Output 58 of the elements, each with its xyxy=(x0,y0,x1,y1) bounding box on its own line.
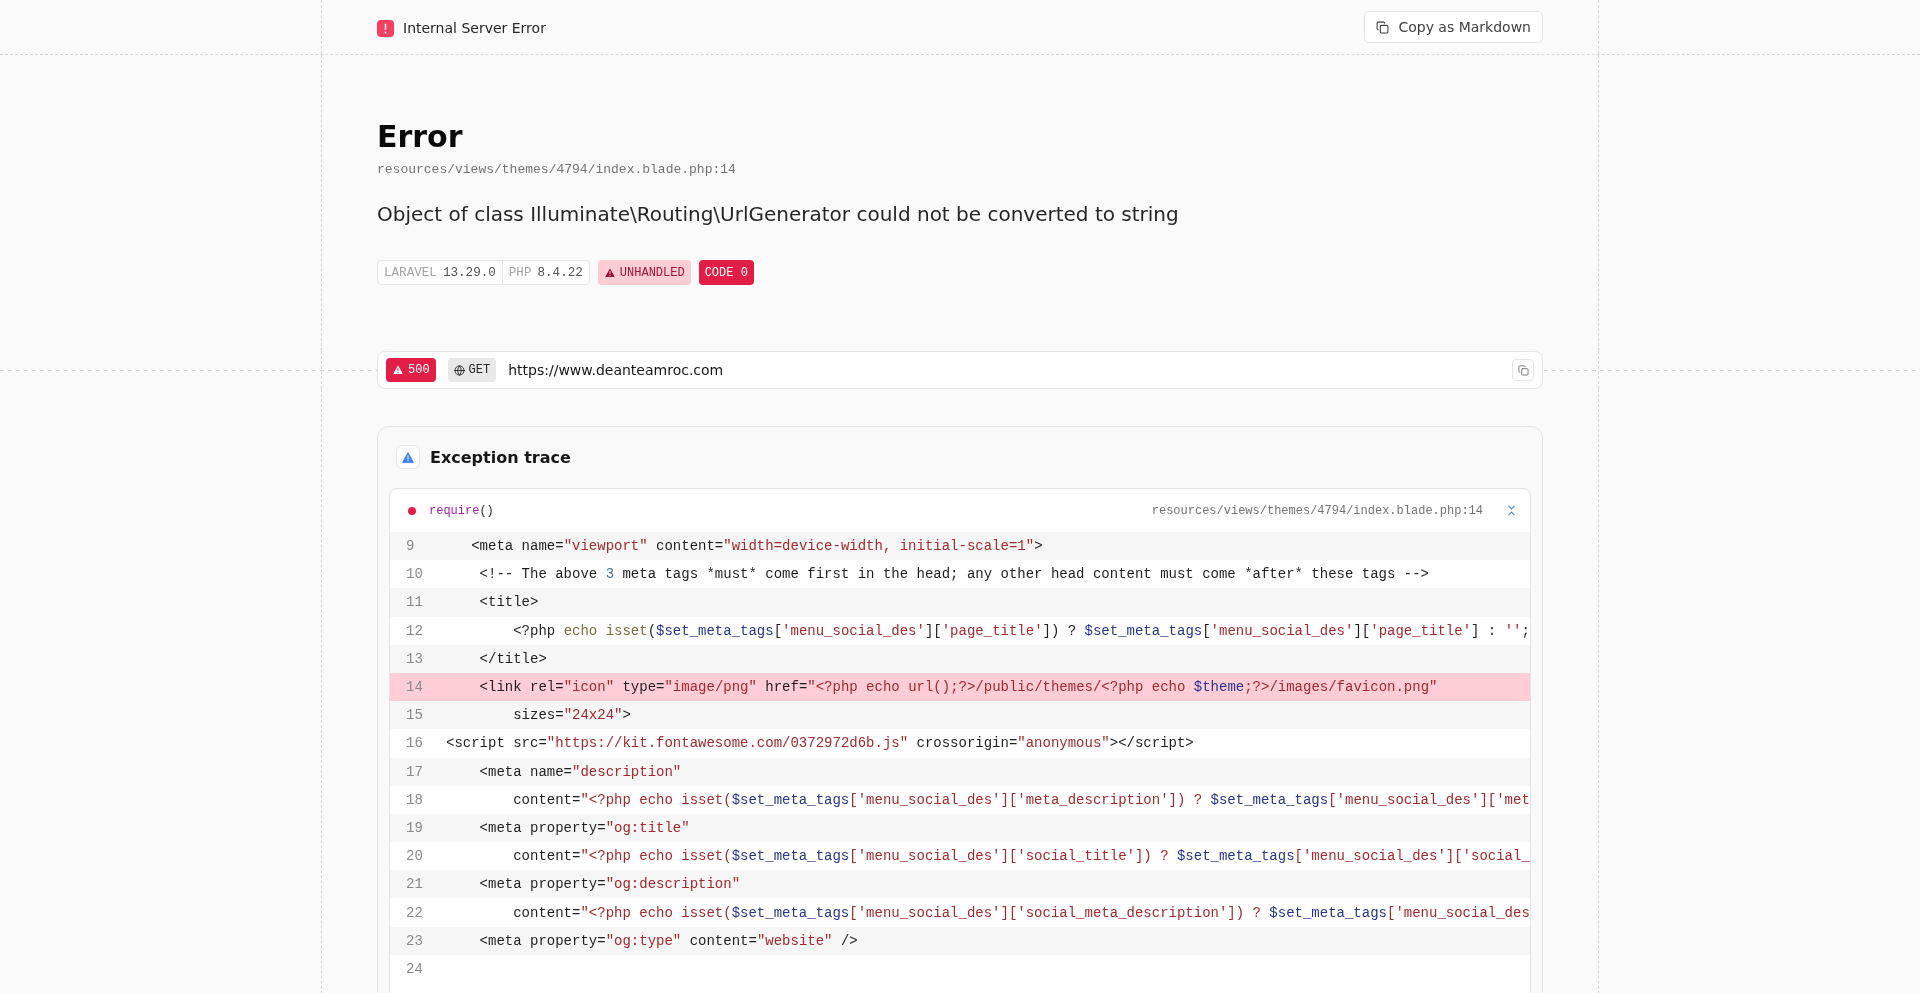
version-value: 8.4.22 xyxy=(537,265,583,280)
line-number: 11 xyxy=(405,594,424,611)
alert-icon xyxy=(396,445,420,469)
copy-icon xyxy=(1376,20,1390,34)
function-call: require() xyxy=(429,503,494,518)
code-line: <!-- The above 3 meta tags *must* come first in the head; any other head content must come *after* these tags --> xyxy=(478,565,1429,584)
status-code: 500 xyxy=(408,363,430,377)
code-line: <script src="https://kit.fontawesome.com/0372972d6b.js" crossorigin="anonymous"></script> xyxy=(446,734,1194,753)
code-line: content="<?php echo isset($set_meta_tags['menu_social_des']['meta_description']) ? $set_meta_tags['menu_social_des']['met xyxy=(512,790,1530,809)
line-number: 21 xyxy=(405,876,424,893)
code-line: <link rel="icon" type="image/png" href="<?php echo url();?>/public/themes/<?php echo $theme;?>/images/favicon.png" xyxy=(478,678,1438,697)
copy-icon xyxy=(1517,364,1529,376)
version-label: PHP xyxy=(508,265,532,280)
warning-icon xyxy=(603,266,616,279)
badge-label: UNHANDLED xyxy=(619,265,685,280)
code-line: <?php echo isset($set_meta_tags['menu_social_des']['page_title']) ? $set_meta_tags['menu_social_des']['page_title'] : ''; xyxy=(512,621,1530,640)
version-label: LARAVEL xyxy=(384,265,437,280)
code-line: content="<?php echo isset($set_meta_tags['menu_social_des']['social_meta_description']) ? $set_meta_tags['menu_social_des xyxy=(512,903,1530,922)
code-line: sizes="24x24"> xyxy=(512,706,631,725)
code-line: <title> xyxy=(478,593,539,612)
copy-markdown-button[interactable]: Copy as Markdown xyxy=(1364,11,1543,43)
error-message: Object of class Illuminate\Routing\UrlGenerator could not be converted to string xyxy=(377,201,1180,228)
line-number: 18 xyxy=(405,791,424,808)
line-number: 9 xyxy=(405,538,416,555)
code-line: </title> xyxy=(478,649,547,668)
code-line: <meta name="viewport" content="width=device-width, initial-scale=1"> xyxy=(470,537,1043,556)
line-number: 14 xyxy=(405,679,424,696)
line-number: 13 xyxy=(405,650,424,667)
section-title: Exception trace xyxy=(430,447,571,467)
frame-file-path: resources/views/themes/4794/index.blade.php:14 xyxy=(1151,503,1483,518)
file-path: resources/views/themes/4794/index.blade.php:14 xyxy=(377,161,737,179)
globe-icon xyxy=(453,364,465,376)
line-number: 19 xyxy=(405,819,424,836)
code-line: <meta name="description" xyxy=(478,762,682,781)
exclamation-icon xyxy=(377,19,394,37)
error-title: Error xyxy=(377,119,464,155)
request-url: https://www.deanteamroc.com xyxy=(508,362,724,378)
code-line: content="<?php echo isset($set_meta_tags['menu_social_des']['social_title']) ? $set_meta_tags['menu_social_des']['social_ xyxy=(512,847,1530,866)
line-number: 15 xyxy=(405,707,424,724)
method-label: GET xyxy=(468,363,491,377)
warning-icon xyxy=(392,364,404,376)
line-number: 10 xyxy=(405,566,424,583)
line-number: 17 xyxy=(405,763,424,780)
line-number: 12 xyxy=(405,622,424,639)
version-value: 13.29.0 xyxy=(442,265,496,280)
code-line: <meta property="og:description" xyxy=(478,875,741,894)
line-number: 22 xyxy=(405,904,424,921)
line-number: 24 xyxy=(405,960,424,977)
code-line: <meta property="og:title" xyxy=(478,818,690,837)
error-type-label: Internal Server Error xyxy=(403,20,546,36)
line-number: 23 xyxy=(405,932,424,949)
line-number: 20 xyxy=(405,848,424,865)
dot-icon xyxy=(408,506,416,515)
collapse-icon[interactable] xyxy=(1505,504,1518,517)
copy-url-button[interactable] xyxy=(1512,359,1534,381)
code-badge: CODE 0 xyxy=(698,260,754,285)
code-line: <meta property="og:type" content="website" /> xyxy=(478,931,858,950)
line-number: 16 xyxy=(405,735,424,752)
